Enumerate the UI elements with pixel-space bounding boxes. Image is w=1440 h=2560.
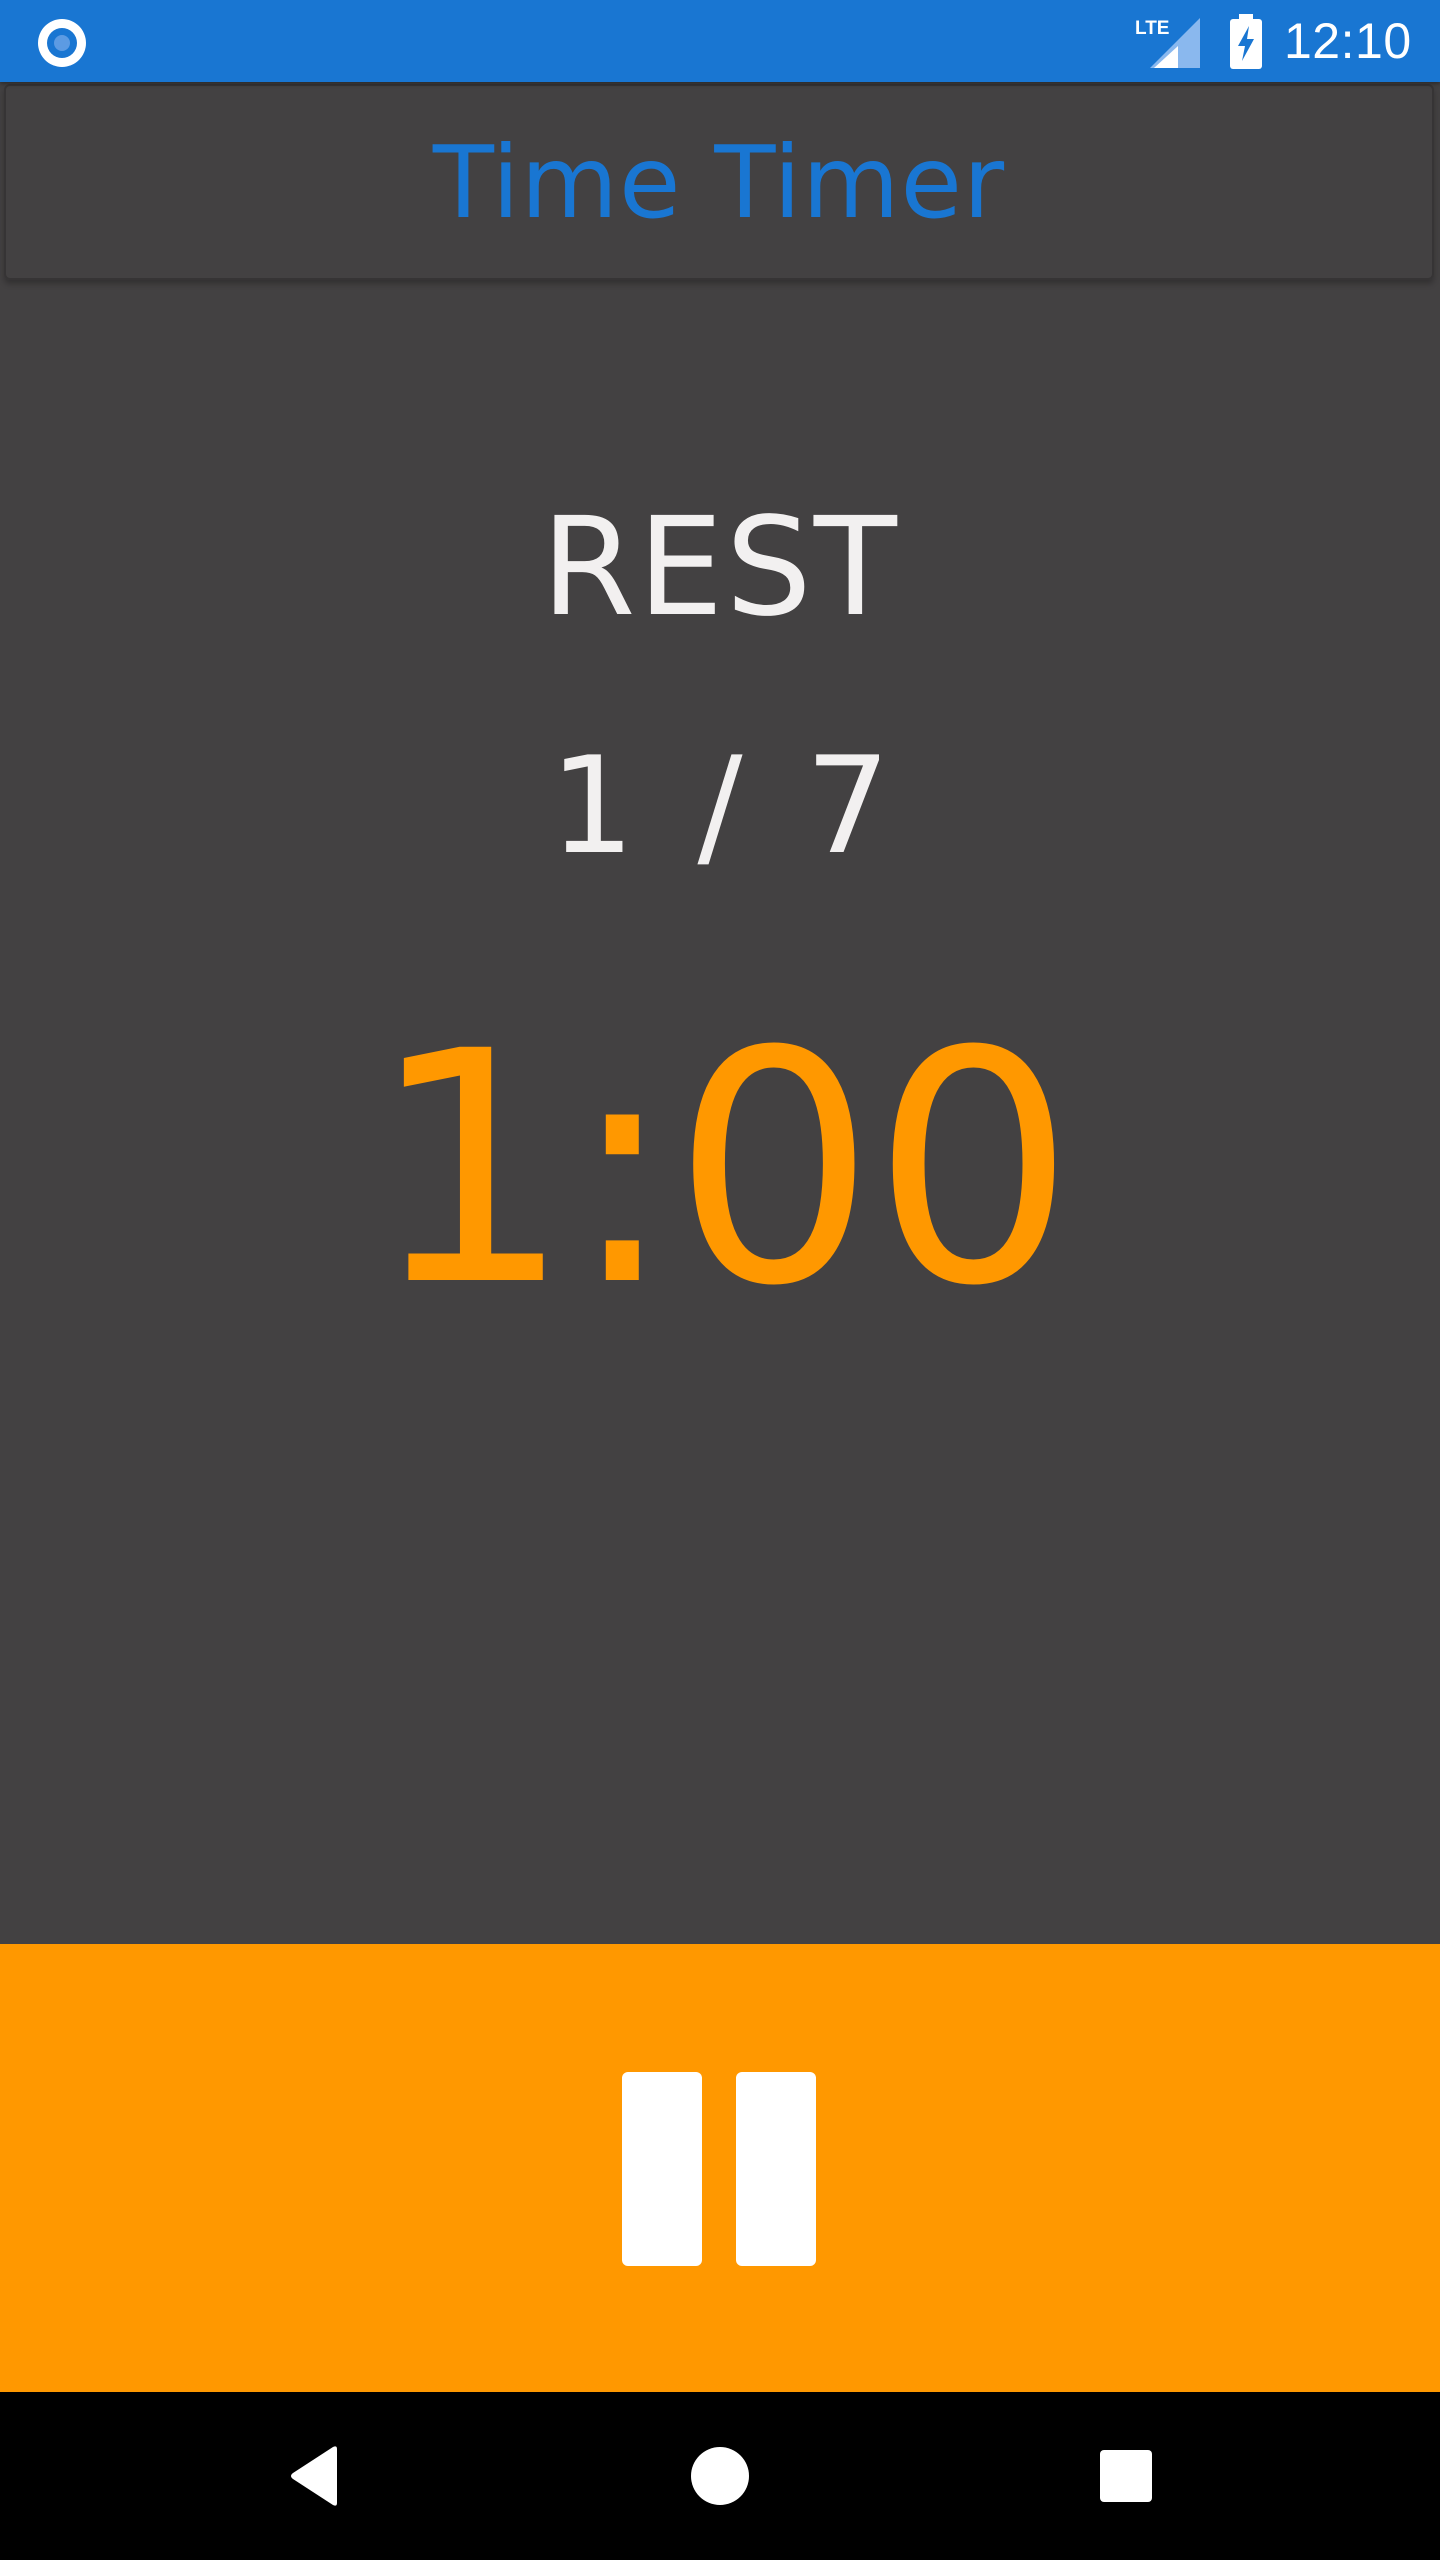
round-current: 1: [549, 728, 635, 884]
recents-icon: [1100, 2450, 1152, 2502]
home-icon: [691, 2447, 749, 2505]
phase-label: REST: [541, 489, 899, 647]
pause-bar-left: [622, 2072, 702, 2266]
round-separator: /: [697, 728, 743, 884]
home-button[interactable]: [636, 2392, 804, 2560]
pause-icon: [622, 2072, 818, 2266]
app-bar: Time Timer: [4, 84, 1434, 280]
app-title: Time Timer: [432, 123, 1006, 241]
battery-charging-icon: [1230, 14, 1262, 69]
lte-label: LTE: [1135, 18, 1169, 39]
pause-button[interactable]: [0, 1944, 1440, 2392]
round-total: 7: [805, 728, 891, 884]
notification-icon: [38, 19, 86, 67]
pause-bar-right: [736, 2072, 816, 2266]
back-button[interactable]: [231, 2392, 399, 2560]
lte-signal-icon: LTE: [1135, 18, 1200, 68]
recents-button[interactable]: [1042, 2392, 1210, 2560]
round-counter: 1 / 7: [0, 726, 1440, 886]
status-time: 12:10: [1284, 13, 1412, 69]
time-remaining: 1:00: [368, 984, 1076, 1356]
back-icon: [291, 2446, 337, 2506]
navigation-bar: [0, 2392, 1440, 2560]
status-bar: LTE 12:10: [0, 0, 1440, 82]
